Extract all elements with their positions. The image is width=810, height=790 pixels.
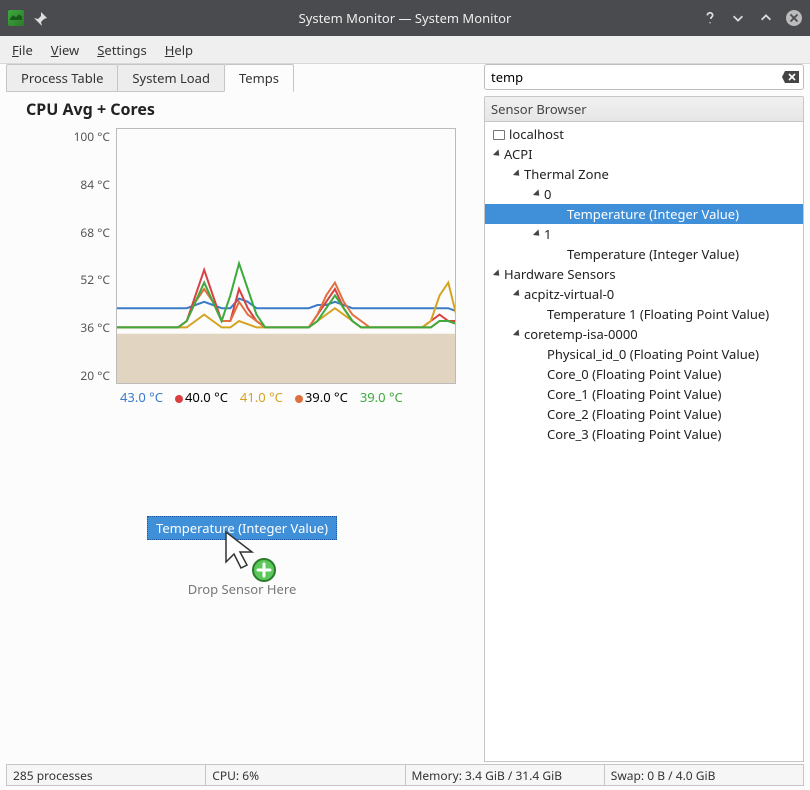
window-title: System Monitor — System Monitor xyxy=(0,9,810,27)
sensor-browser-header: Sensor Browser xyxy=(484,96,804,122)
chart-y-axis: 100 °C 84 °C 68 °C 52 °C 36 °C 20 °C xyxy=(6,128,116,384)
drop-label: Drop Sensor Here xyxy=(6,580,478,598)
status-memory: Memory: 3.4 GiB / 31.4 GiB xyxy=(406,764,605,786)
sensor-search-input[interactable] xyxy=(484,64,804,90)
tree-core1[interactable]: Core_1 (Floating Point Value) xyxy=(485,384,803,404)
pin-icon[interactable] xyxy=(32,10,48,26)
legend-avg: 43.0 °C xyxy=(120,388,163,406)
titlebar: System Monitor — System Monitor xyxy=(0,0,810,36)
help-icon[interactable] xyxy=(702,10,718,26)
drag-chip: Temperature (Integer Value) xyxy=(147,516,337,540)
status-cpu: CPU: 6% xyxy=(206,764,405,786)
tree-tz1-temp[interactable]: Temperature (Integer Value) xyxy=(485,244,803,264)
tree-root[interactable]: localhost xyxy=(485,124,803,144)
tab-process-table[interactable]: Process Table xyxy=(6,64,118,92)
tree-hw[interactable]: Hardware Sensors xyxy=(485,264,803,284)
tree-tz1[interactable]: 1 xyxy=(485,224,803,244)
tree-phys[interactable]: Physical_id_0 (Floating Point Value) xyxy=(485,344,803,364)
tree-tz0[interactable]: 0 xyxy=(485,184,803,204)
legend-core2: 39.0 °C xyxy=(295,388,348,406)
tree-core0[interactable]: Core_0 (Floating Point Value) xyxy=(485,364,803,384)
chart-legend: 43.0 °C 40.0 °C 41.0 °C 39.0 °C 39.0 °C xyxy=(120,388,478,406)
tab-temps[interactable]: Temps xyxy=(224,64,294,92)
tree-thermal-zone[interactable]: Thermal Zone xyxy=(485,164,803,184)
tree-core3[interactable]: Core_3 (Floating Point Value) xyxy=(485,424,803,444)
status-swap: Swap: 0 B / 4.0 GiB xyxy=(605,764,804,786)
tree-core2[interactable]: Core_2 (Floating Point Value) xyxy=(485,404,803,424)
clear-search-icon[interactable] xyxy=(782,68,800,86)
tree-acpitz-t1[interactable]: Temperature 1 (Floating Point Value) xyxy=(485,304,803,324)
tabs: Process Table System Load Temps xyxy=(6,64,478,92)
close-button[interactable] xyxy=(786,10,802,26)
tree-tz0-temp[interactable]: Temperature (Integer Value) xyxy=(485,204,803,224)
tree-acpitz[interactable]: acpitz-virtual-0 xyxy=(485,284,803,304)
menu-help[interactable]: Help xyxy=(165,41,193,59)
menu-view[interactable]: View xyxy=(51,41,79,59)
sensor-tree: localhost ACPI Thermal Zone 0 Temperatur… xyxy=(484,122,804,762)
tree-coretemp[interactable]: coretemp-isa-0000 xyxy=(485,324,803,344)
tab-system-load[interactable]: System Load xyxy=(117,64,225,92)
chart-title: CPU Avg + Cores xyxy=(26,98,478,120)
maximize-icon[interactable] xyxy=(758,10,774,26)
sensor-drop-zone[interactable]: Temperature (Integer Value) Drop Sensor … xyxy=(6,516,478,598)
status-processes: 285 processes xyxy=(6,764,206,786)
app-icon xyxy=(8,10,24,26)
legend-core3: 39.0 °C xyxy=(360,388,403,406)
menu-file[interactable]: File xyxy=(12,41,33,59)
legend-core0: 40.0 °C xyxy=(175,388,228,406)
tree-acpi[interactable]: ACPI xyxy=(485,144,803,164)
statusbar: 285 processes CPU: 6% Memory: 3.4 GiB / … xyxy=(6,764,804,786)
minimize-icon[interactable] xyxy=(730,10,746,26)
monitor-icon xyxy=(493,130,505,140)
chart-canvas xyxy=(116,128,456,384)
menubar: File View Settings Help xyxy=(0,36,810,64)
menu-settings[interactable]: Settings xyxy=(97,41,146,59)
legend-core1: 41.0 °C xyxy=(240,388,283,406)
